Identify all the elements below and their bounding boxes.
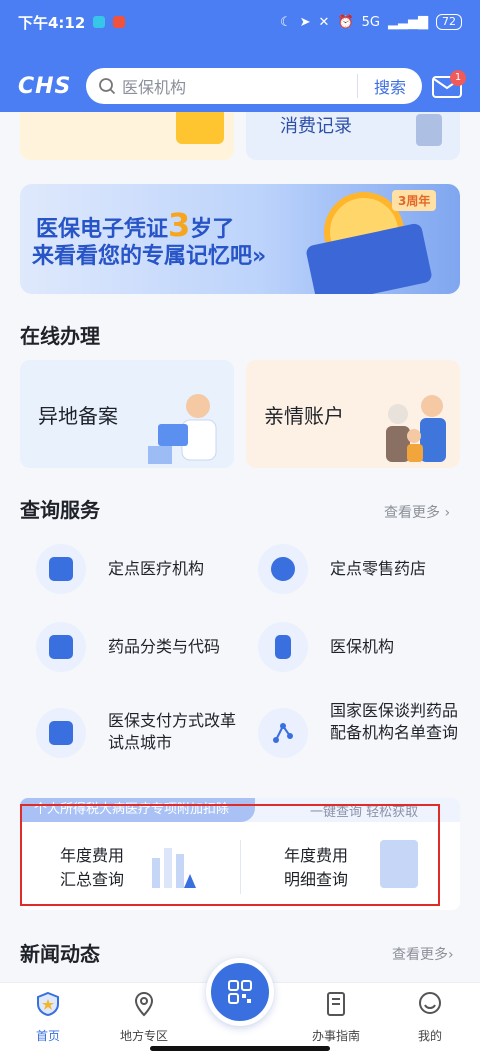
hospital-plus-icon xyxy=(36,544,86,594)
query-item-label: 医保支付方式改革试点城市 xyxy=(108,711,237,752)
query-section-title: 查询服务 xyxy=(20,498,100,522)
anniversary-ribbon: 3周年 xyxy=(392,190,437,211)
tab-label: 办事指南 xyxy=(311,1029,360,1043)
remote-filing-label: 异地备案 xyxy=(38,404,118,428)
tab-local-zone[interactable]: 地方专区 xyxy=(104,991,184,1044)
tab-label: 地方专区 xyxy=(119,1029,168,1043)
status-icons: ☾ ➤ ✕ ⏰ 5G ▂▃▅▇ 72 xyxy=(280,14,462,30)
home-indicator xyxy=(150,1046,330,1051)
tab-guide[interactable]: 办事指南 xyxy=(296,991,376,1044)
signal-icon: ▂▃▅▇ xyxy=(388,14,428,30)
tab-label: 首页 xyxy=(35,1029,60,1043)
profile-face-icon xyxy=(419,992,441,1014)
mute-icon: ✕ xyxy=(318,14,330,30)
search-icon xyxy=(99,78,116,95)
top-card-left[interactable] xyxy=(20,112,234,160)
alarm-icon: ⏰ xyxy=(337,14,354,30)
app-header: 下午4:12 ☾ ➤ ✕ ⏰ 5G ▂▃▅▇ 72 CHS 医保机构 搜索 1 xyxy=(0,0,480,112)
scan-qr-button[interactable] xyxy=(206,958,274,1026)
tab-mine[interactable]: 我的 xyxy=(390,991,470,1044)
query-item-label: 定点零售药店 xyxy=(330,559,427,578)
payment-screen-icon xyxy=(36,708,86,758)
consumption-records-label: 消费记录 xyxy=(280,116,352,137)
tab-label: 我的 xyxy=(417,1029,442,1043)
document-icon xyxy=(36,622,86,672)
search-placeholder: 医保机构 xyxy=(122,78,187,97)
query-item-label: 国家医保谈判药品配备机构名单查询 xyxy=(330,701,459,742)
query-more-link[interactable]: 查看更多 › xyxy=(384,502,450,522)
query-item-label: 定点医疗机构 xyxy=(108,559,205,578)
location-pin-icon xyxy=(134,991,154,1017)
location-arrow-icon: ➤ xyxy=(299,14,311,30)
card-tile-icon xyxy=(176,112,224,144)
moon-icon: ☾ xyxy=(279,14,292,30)
consumption-records-card[interactable]: 消费记录 xyxy=(246,112,460,160)
query-item-label: 医保机构 xyxy=(330,637,395,656)
receipt-icon xyxy=(416,114,442,146)
search-bar: CHS 医保机构 搜索 xyxy=(0,64,480,108)
signal-label: 5G xyxy=(361,14,380,30)
status-bar: 下午4:12 ☾ ➤ ✕ ⏰ 5G ▂▃▅▇ 72 xyxy=(0,0,480,44)
home-shield-icon xyxy=(37,991,59,1017)
app-notification-icon xyxy=(113,16,126,28)
family-icon xyxy=(386,395,446,462)
banner-line2: 来看看您的专属记忆吧» xyxy=(32,244,267,269)
promo-banner[interactable]: 医保电子凭证3岁了 来看看您的专属记忆吧» 3周年 xyxy=(20,184,460,294)
query-item-label: 药品分类与代码 xyxy=(108,637,221,656)
app-notification-icon xyxy=(93,16,106,28)
network-icon xyxy=(258,708,308,758)
battery-icon: 72 xyxy=(436,14,462,30)
tab-home[interactable]: 首页 xyxy=(8,991,88,1044)
remote-filing-card[interactable]: 异地备案 xyxy=(20,360,234,468)
pill-icon xyxy=(258,544,308,594)
app-logo: CHS xyxy=(18,73,72,99)
online-section-title: 在线办理 xyxy=(20,324,100,348)
person-reading-icon xyxy=(148,394,217,464)
mail-badge: 1 xyxy=(450,70,466,86)
org-chart-icon xyxy=(258,622,308,672)
search-button[interactable]: 搜索 xyxy=(356,74,422,98)
news-section-title: 新闻动态 xyxy=(20,942,100,966)
search-input[interactable]: 医保机构 搜索 xyxy=(86,68,422,104)
family-account-label: 亲情账户 xyxy=(264,404,344,428)
scan-qr-icon xyxy=(228,980,252,1004)
highlight-box xyxy=(20,804,440,906)
main-scroll[interactable]: 消费记录 医保电子凭证3岁了 来看看您的专属记忆吧» 3周年 在线办理 异地备案… xyxy=(0,112,480,982)
family-account-card[interactable]: 亲情账户 xyxy=(246,360,460,468)
guide-doc-icon xyxy=(327,992,345,1016)
news-more-link[interactable]: 查看更多› xyxy=(392,944,454,964)
status-time: 下午4:12 xyxy=(18,13,86,32)
